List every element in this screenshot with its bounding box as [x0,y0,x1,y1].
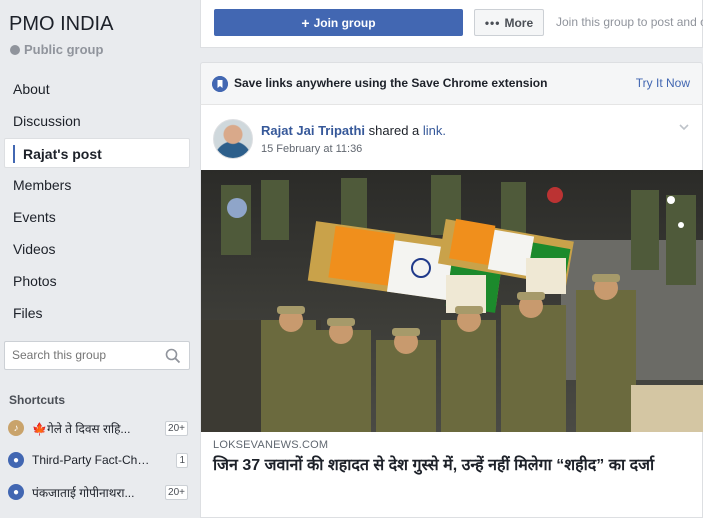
news-photo [201,170,703,432]
author-name[interactable]: Rajat Jai Tripathi [261,123,365,138]
more-button[interactable]: ••• More [474,9,544,36]
group-search-input[interactable] [12,348,162,362]
group-privacy: Public group [10,42,103,57]
shortcut-label: 🍁गेले ते दिवस राहि... [32,421,131,436]
more-label: More [504,15,534,30]
nav-members[interactable]: Members [4,170,190,200]
shared-link[interactable]: link. [423,123,446,138]
nav-photos[interactable]: Photos [4,266,190,296]
nav-rajats-post[interactable]: Rajat's post [4,138,190,168]
post-header: Rajat Jai Tripathi shared a link. [261,123,446,138]
join-group-label: Join group [313,15,376,30]
shortcut-item[interactable]: ♪ 🍁गेले ते दिवस राहि... 20+ [8,417,188,439]
nav-events[interactable]: Events [4,202,190,232]
link-headline[interactable]: जिन 37 जवानों की शहादत से देश गुस्से में… [213,456,693,476]
nav-about[interactable]: About [4,74,190,104]
group-privacy-label: Public group [24,42,104,57]
join-group-button[interactable]: + Join group [214,9,463,36]
group-icon: ● [8,452,24,468]
post-card: Rajat Jai Tripathi shared a link. 15 Feb… [200,104,703,518]
post-action: shared a [368,123,420,138]
group-icon: ● [8,484,24,500]
shortcut-label: Third-Party Fact-Che... [32,453,154,467]
plus-icon: + [301,14,310,31]
nav-videos[interactable]: Videos [4,234,190,264]
join-bar: + Join group ••• More Join this group to… [200,0,703,48]
post-image[interactable] [201,170,703,432]
nav-discussion[interactable]: Discussion [4,106,190,136]
avatar[interactable] [213,119,253,159]
guitar-icon: ♪ [8,420,24,436]
search-icon[interactable] [165,348,181,364]
left-sidebar: PMO INDIA Public group About Discussion … [0,0,200,518]
group-search[interactable] [4,341,190,370]
extension-promo-text: Save links anywhere using the Save Chrom… [234,76,548,90]
bookmark-icon [212,76,228,92]
shortcut-item[interactable]: ● पंकजाताई गोपीनाथरा... 20+ [8,481,188,503]
shortcut-count: 1 [176,452,188,468]
shortcut-count: 20+ [165,484,188,500]
group-title[interactable]: PMO INDIA [9,13,113,36]
ellipsis-icon: ••• [484,15,501,30]
chevron-down-icon[interactable] [678,121,690,133]
shortcut-count: 20+ [165,420,188,436]
shortcuts-title: Shortcuts [9,393,66,407]
post-timestamp[interactable]: 15 February at 11:36 [261,143,362,155]
try-it-now-link[interactable]: Try It Now [636,76,690,90]
shortcut-item[interactable]: ● Third-Party Fact-Che... 1 [8,449,188,471]
link-domain[interactable]: LOKSEVANEWS.COM [213,439,328,451]
shortcut-label: पंकजाताई गोपीनाथरा... [32,485,135,500]
globe-icon [10,44,20,55]
nav-files[interactable]: Files [4,298,190,328]
join-hint: Join this group to post and c [556,15,703,29]
extension-bar: Save links anywhere using the Save Chrom… [200,62,703,104]
